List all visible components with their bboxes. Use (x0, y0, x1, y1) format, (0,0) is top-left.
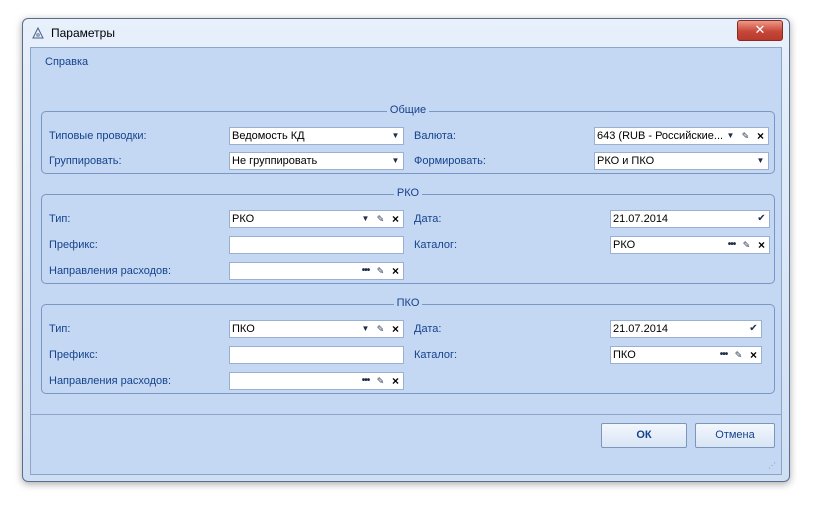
pko-direction-label: Направления расходов: (49, 375, 172, 387)
close-icon[interactable]: × (388, 263, 403, 279)
rko-type-label: Тип: (49, 213, 71, 225)
group-rko: РКО Тип: РКО ▼ ✎ × Дата: 21.07.2014 ✔ Пр… (41, 187, 775, 284)
pko-type-select[interactable]: ПКО ▼ ✎ × (229, 320, 404, 338)
typical-postings-label: Типовые проводки: (49, 130, 147, 142)
close-icon[interactable]: × (753, 128, 768, 144)
group-by-label: Группировать: (49, 155, 122, 167)
group-rko-title: РКО (393, 187, 423, 199)
chevron-down-icon[interactable]: ▼ (358, 211, 373, 227)
window-title: Параметры (51, 26, 115, 40)
dialog-body: Справка Общие Типовые проводки: Ведомост… (30, 47, 782, 475)
check-icon[interactable]: ✔ (746, 321, 761, 337)
group-by-select[interactable]: Не группировать ▼ (229, 152, 404, 170)
window-close-button[interactable]: ✕ (737, 20, 783, 41)
chevron-down-icon[interactable]: ▼ (358, 321, 373, 337)
pko-catalog-label: Каталог: (414, 349, 458, 361)
chevron-down-icon[interactable]: ▼ (753, 153, 768, 169)
typical-postings-select[interactable]: Ведомость КД ▼ (229, 127, 404, 145)
form-select[interactable]: РКО и ПКО ▼ (594, 152, 769, 170)
rko-type-select[interactable]: РКО ▼ ✎ × (229, 210, 404, 228)
ellipsis-icon[interactable]: ••• (724, 237, 739, 253)
group-pko-title: ПКО (393, 297, 423, 309)
currency-label: Валюта: (414, 130, 456, 142)
pencil-icon[interactable]: ✎ (373, 263, 388, 279)
ellipsis-icon[interactable]: ••• (358, 373, 373, 389)
cancel-button[interactable]: Отмена (695, 423, 775, 448)
pko-prefix-input[interactable] (229, 346, 404, 364)
rko-direction-label: Направления расходов: (49, 265, 172, 277)
title-bar[interactable]: Параметры ✕ (23, 19, 789, 47)
footer-divider (31, 414, 781, 415)
rko-date-label: Дата: (414, 213, 442, 225)
currency-select[interactable]: 643 (RUB - Российские... ▼ ✎ × (594, 127, 769, 145)
group-pko: ПКО Тип: ПКО ▼ ✎ × Дата: 21.07.2014 ✔ Пр… (41, 297, 775, 394)
check-icon[interactable]: ✔ (754, 211, 769, 227)
close-icon[interactable]: × (388, 211, 403, 227)
rko-catalog-label: Каталог: (414, 239, 458, 251)
group-general-title: Общие (386, 104, 430, 116)
rko-date-field[interactable]: 21.07.2014 ✔ (610, 210, 770, 228)
close-icon[interactable]: × (746, 347, 761, 363)
pko-direction-field[interactable]: ••• ✎ × (229, 372, 404, 390)
close-icon[interactable]: × (388, 321, 403, 337)
pencil-icon[interactable]: ✎ (738, 128, 753, 144)
dialog-window: Параметры ✕ Справка Общие Типовые провод… (22, 18, 790, 482)
resize-grip-icon[interactable]: ⋰ (768, 461, 778, 471)
pko-date-label: Дата: (414, 323, 442, 335)
chevron-down-icon[interactable]: ▼ (723, 128, 738, 144)
ellipsis-icon[interactable]: ••• (716, 347, 731, 363)
chevron-down-icon[interactable]: ▼ (388, 153, 403, 169)
pencil-icon[interactable]: ✎ (731, 347, 746, 363)
pko-type-label: Тип: (49, 323, 71, 335)
pencil-icon[interactable]: ✎ (373, 373, 388, 389)
app-icon (32, 26, 44, 39)
pencil-icon[interactable]: ✎ (739, 237, 754, 253)
menu-help[interactable]: Справка (45, 56, 88, 68)
chevron-down-icon[interactable]: ▼ (388, 128, 403, 144)
pko-catalog-field[interactable]: ПКО ••• ✎ × (610, 346, 762, 364)
rko-prefix-input[interactable] (229, 236, 404, 254)
rko-direction-field[interactable]: ••• ✎ × (229, 262, 404, 280)
close-icon[interactable]: × (754, 237, 769, 253)
pencil-icon[interactable]: ✎ (373, 211, 388, 227)
pko-date-field[interactable]: 21.07.2014 ✔ (610, 320, 762, 338)
close-icon[interactable]: × (388, 373, 403, 389)
rko-prefix-label: Префикс: (49, 239, 98, 251)
form-label: Формировать: (414, 155, 486, 167)
group-general: Общие Типовые проводки: Ведомость КД ▼ В… (41, 104, 775, 174)
ok-button[interactable]: ОК (601, 423, 687, 448)
ellipsis-icon[interactable]: ••• (358, 263, 373, 279)
rko-catalog-field[interactable]: РКО ••• ✎ × (610, 236, 770, 254)
pencil-icon[interactable]: ✎ (373, 321, 388, 337)
pko-prefix-label: Префикс: (49, 349, 98, 361)
